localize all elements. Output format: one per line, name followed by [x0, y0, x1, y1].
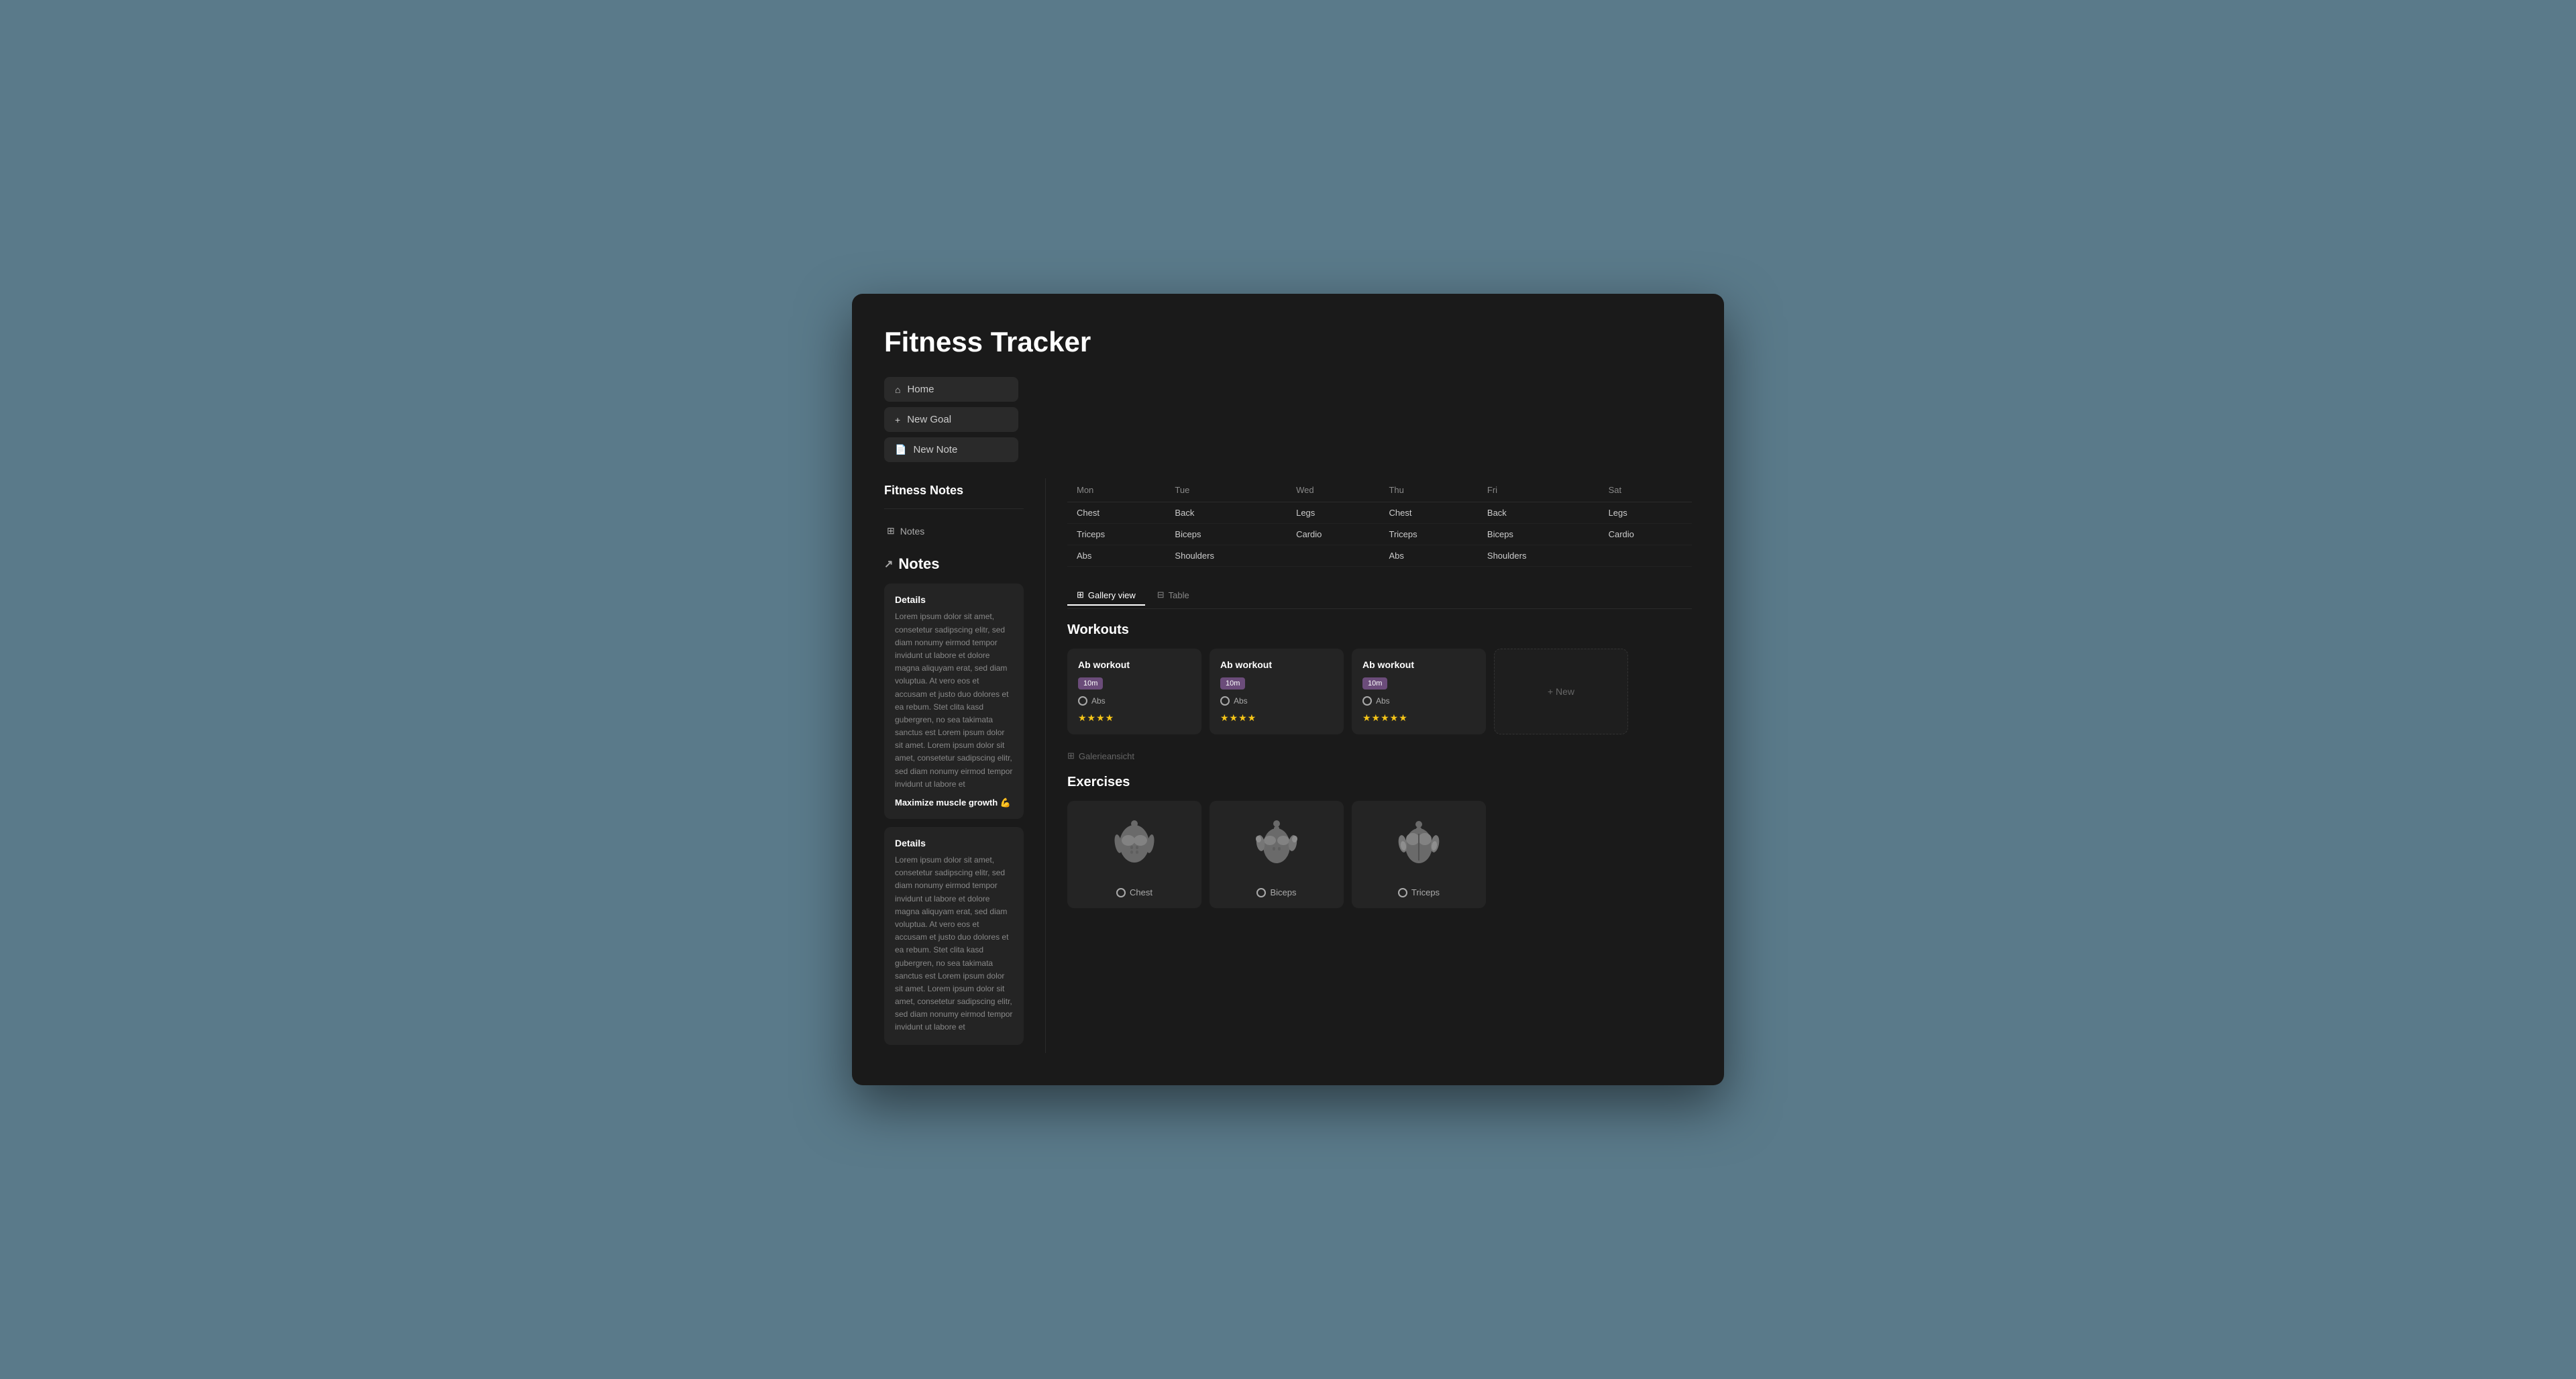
grid-icon: ⊞	[887, 525, 895, 537]
home-button[interactable]: ⌂ Home	[884, 377, 1018, 402]
new-note-button[interactable]: 📄 New Note	[884, 437, 1018, 462]
main-content: Fitness Notes ⊞ Notes ↗ Notes Details Lo…	[852, 478, 1724, 1085]
workout-1-muscle: Abs	[1078, 696, 1191, 706]
app-header: Fitness Tracker ⌂ Home + New Goal 📄 New …	[852, 294, 1724, 478]
biceps-circle-icon	[1256, 888, 1266, 897]
workouts-heading: Workouts	[1067, 622, 1692, 638]
workout-3-stars: ★★★★★	[1362, 712, 1475, 724]
exercise-cards: Chest	[1067, 801, 1692, 908]
note-1-body: Lorem ipsum dolor sit amet, consetetur s…	[895, 610, 1013, 791]
table-row: Chest Back Legs Chest Back Legs	[1067, 502, 1692, 524]
plus-icon: +	[895, 415, 900, 425]
fitness-notes-title: Fitness Notes	[884, 478, 1024, 498]
workout-3-title: Ab workout	[1362, 659, 1475, 670]
view-tabs: ⊞ Gallery view ⊟ Table	[1067, 586, 1692, 609]
arrow-icon: ↗	[884, 557, 893, 571]
workout-3-muscle: Abs	[1362, 696, 1475, 706]
workout-3-badge: 10m	[1362, 677, 1387, 690]
circle-icon	[1220, 696, 1230, 706]
chest-figure	[1108, 812, 1161, 882]
sidebar-divider	[884, 508, 1024, 509]
notes-heading: ↗ Notes	[884, 555, 1024, 573]
col-tue: Tue	[1165, 478, 1287, 502]
gallery-icon: ⊞	[1077, 590, 1084, 600]
note-card-1: Details Lorem ipsum dolor sit amet, cons…	[884, 584, 1024, 819]
exercise-card-chest: Chest	[1067, 801, 1201, 908]
new-goal-button[interactable]: + New Goal	[884, 407, 1018, 432]
note-1-title: Details	[895, 594, 1013, 605]
col-fri: Fri	[1478, 478, 1599, 502]
app-title: Fitness Tracker	[884, 326, 1692, 358]
exercise-card-biceps: Biceps	[1210, 801, 1344, 908]
chest-name: Chest	[1116, 887, 1152, 897]
table-row: Triceps Biceps Cardio Triceps Biceps Car…	[1067, 524, 1692, 545]
workout-card-2: Ab workout 10m Abs ★★★★	[1210, 649, 1344, 734]
workout-card-1: Ab workout 10m Abs ★★★★	[1067, 649, 1201, 734]
tab-table[interactable]: ⊟ Table	[1148, 586, 1199, 606]
tab-gallery[interactable]: ⊞ Gallery view	[1067, 586, 1145, 606]
note-card-2: Details Lorem ipsum dolor sit amet, cons…	[884, 827, 1024, 1045]
col-thu: Thu	[1379, 478, 1477, 502]
app-window: Fitness Tracker ⌂ Home + New Goal 📄 New …	[852, 294, 1724, 1085]
workout-1-stars: ★★★★	[1078, 712, 1191, 724]
note-icon: 📄	[895, 444, 906, 455]
note-2-title: Details	[895, 838, 1013, 848]
gallery-view-label: ⊞ Galerieansicht	[1067, 751, 1692, 761]
workout-1-title: Ab workout	[1078, 659, 1191, 670]
note-2-body: Lorem ipsum dolor sit amet, consetetur s…	[895, 854, 1013, 1034]
table-row: Abs Shoulders Abs Shoulders	[1067, 545, 1692, 567]
note-1-highlight: Maximize muscle growth 💪	[895, 797, 1013, 808]
table-icon: ⊟	[1157, 590, 1165, 600]
new-workout-card[interactable]: + New	[1494, 649, 1628, 734]
triceps-figure	[1392, 812, 1446, 882]
home-icon: ⌂	[895, 384, 900, 395]
workout-2-muscle: Abs	[1220, 696, 1333, 706]
col-sat: Sat	[1599, 478, 1692, 502]
workout-2-stars: ★★★★	[1220, 712, 1333, 724]
col-mon: Mon	[1067, 478, 1165, 502]
nav-buttons: ⌂ Home + New Goal 📄 New Note	[884, 377, 1018, 462]
right-content: Mon Tue Wed Thu Fri Sat Chest Back Legs …	[1045, 478, 1692, 1052]
gallery-small-icon: ⊞	[1067, 751, 1075, 761]
workout-card-3: Ab workout 10m Abs ★★★★★	[1352, 649, 1486, 734]
circle-icon	[1078, 696, 1087, 706]
col-wed: Wed	[1287, 478, 1379, 502]
exercises-heading: Exercises	[1067, 775, 1692, 790]
sidebar: Fitness Notes ⊞ Notes ↗ Notes Details Lo…	[884, 478, 1045, 1052]
exercise-card-triceps: Triceps	[1352, 801, 1486, 908]
sidebar-item-notes[interactable]: ⊞ Notes	[884, 520, 1024, 542]
triceps-circle-icon	[1398, 888, 1407, 897]
schedule-table: Mon Tue Wed Thu Fri Sat Chest Back Legs …	[1067, 478, 1692, 567]
workout-2-badge: 10m	[1220, 677, 1245, 690]
biceps-name: Biceps	[1256, 887, 1296, 897]
circle-icon	[1362, 696, 1372, 706]
workout-2-title: Ab workout	[1220, 659, 1333, 670]
workout-cards: Ab workout 10m Abs ★★★★ Ab workout 10m A…	[1067, 649, 1692, 734]
triceps-name: Triceps	[1398, 887, 1440, 897]
chest-circle-icon	[1116, 888, 1126, 897]
biceps-figure	[1250, 812, 1303, 882]
workout-1-badge: 10m	[1078, 677, 1103, 690]
